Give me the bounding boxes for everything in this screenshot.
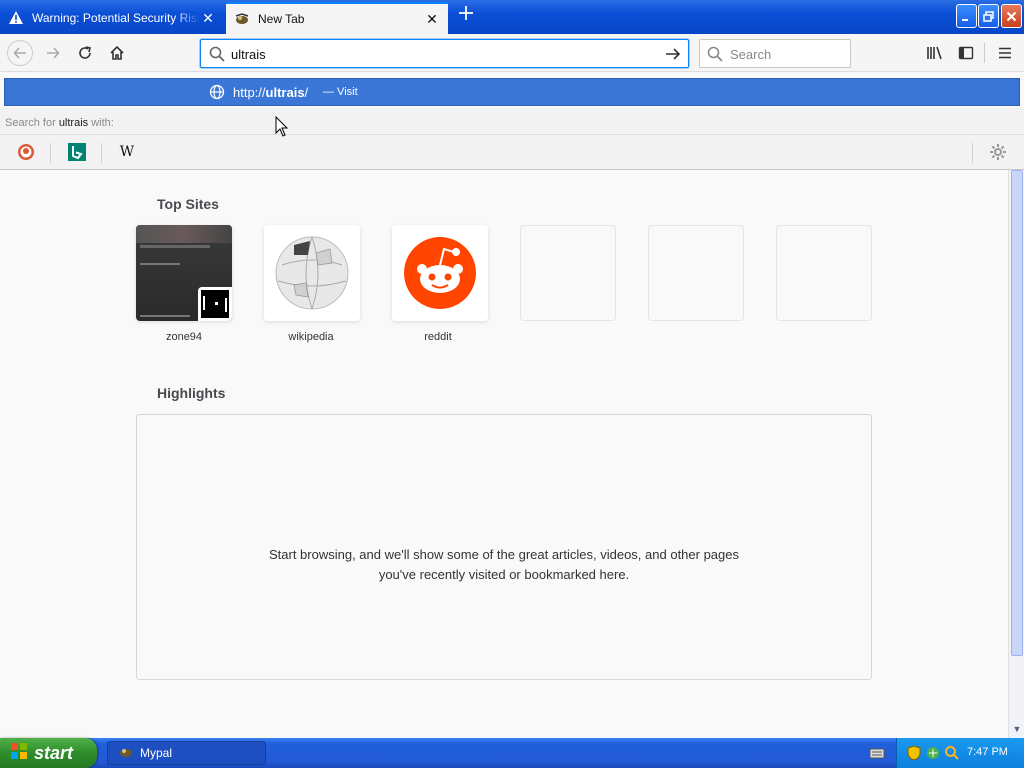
minimize-icon: [962, 18, 968, 21]
toolbar-divider: [984, 43, 985, 63]
close-window-button[interactable]: [1001, 4, 1022, 28]
engine-divider: [101, 143, 102, 163]
scrollbar-thumb[interactable]: [1011, 170, 1023, 656]
url-suffix: /: [304, 85, 309, 100]
library-icon: [927, 46, 942, 60]
title-bar: Warning: Potential Security Risk Ahead ✕…: [0, 0, 1024, 34]
back-button[interactable]: [7, 40, 33, 66]
top-site-wikipedia[interactable]: [264, 225, 360, 321]
close-icon[interactable]: ✕: [424, 11, 440, 27]
sidebar-icon: [958, 46, 974, 60]
bing-icon[interactable]: [68, 143, 86, 161]
restore-icon: [983, 10, 994, 22]
search-for-suffix: with:: [88, 117, 114, 129]
go-arrow-icon[interactable]: [664, 45, 682, 66]
close-icon[interactable]: ✕: [200, 10, 216, 26]
restore-button[interactable]: [978, 4, 999, 28]
taskbar: start Mypal 7:47 PM: [0, 738, 1024, 768]
warning-icon: [8, 10, 24, 26]
duckduckgo-icon[interactable]: [17, 143, 35, 161]
forward-arrow-icon: [47, 47, 60, 59]
wikipedia-icon[interactable]: W: [118, 143, 136, 161]
tab-label: Warning: Potential Security Risk Ahead: [32, 11, 200, 25]
autocomplete-visit-row[interactable]: http://ultrais/ — Visit: [4, 78, 1020, 106]
top-site-label: wikipedia: [288, 331, 334, 343]
wikipedia-globe-icon: [275, 236, 349, 310]
new-tab-page: Top Sites zone94 wikipedia reddit Highli…: [0, 170, 1008, 738]
search-engine-panel: Search for ultrais with: W: [0, 108, 1024, 170]
tab-label: New Tab: [258, 12, 305, 26]
mypal-icon: [234, 11, 250, 27]
search-tray-icon[interactable]: [944, 745, 960, 761]
search-input[interactable]: [730, 45, 845, 63]
url-prefix: http://: [233, 85, 266, 100]
plus-icon: [459, 6, 473, 20]
vertical-scrollbar[interactable]: ▼: [1008, 170, 1024, 738]
taskbar-item-label: Mypal: [140, 746, 173, 760]
home-icon: [110, 45, 124, 60]
top-sites-title: Top Sites: [157, 196, 219, 212]
highlights-empty-state: Start browsing, and we'll show some of t…: [136, 414, 872, 680]
engine-divider: [972, 143, 973, 163]
sidebar-button[interactable]: [953, 40, 979, 66]
gear-icon[interactable]: [989, 143, 1007, 161]
reload-icon: [79, 46, 91, 59]
search-query: ultrais: [58, 117, 89, 129]
new-tab-button[interactable]: [455, 5, 477, 27]
search-for-label: Search for ultrais with:: [5, 117, 114, 129]
search-icon: [707, 46, 723, 65]
minimize-button[interactable]: [956, 4, 977, 28]
library-button[interactable]: [922, 40, 948, 66]
forward-button[interactable]: [40, 40, 66, 66]
top-site-empty: [776, 225, 872, 321]
top-site-reddit[interactable]: [392, 225, 488, 321]
top-site-empty: [648, 225, 744, 321]
windows-logo-icon: [10, 742, 28, 765]
search-bar[interactable]: [699, 39, 851, 68]
search-for-prefix: Search for: [5, 117, 59, 129]
url-match: ultrais: [265, 85, 305, 100]
top-site-zone94[interactable]: [136, 225, 232, 321]
top-site-label: zone94: [165, 331, 203, 343]
top-site-label: reddit: [424, 331, 452, 343]
start-button[interactable]: start: [0, 738, 97, 768]
menu-button[interactable]: [992, 40, 1018, 66]
autocomplete-url: http://ultrais/: [233, 85, 308, 100]
highlights-title: Highlights: [157, 385, 226, 401]
close-icon: [1006, 11, 1017, 21]
engine-divider: [50, 143, 51, 163]
globe-icon: [209, 84, 225, 103]
reddit-icon: [404, 237, 476, 309]
mouse-cursor-icon: [275, 115, 289, 141]
clock: 7:47 PM: [967, 746, 1008, 758]
security-shield-icon[interactable]: [906, 745, 922, 761]
tab-new-tab[interactable]: New Tab ✕: [226, 2, 448, 34]
highlights-message: Start browsing, and we'll show some of t…: [268, 547, 739, 582]
chevron-down-icon[interactable]: ▼: [1011, 724, 1023, 736]
start-label: start: [34, 742, 74, 763]
tab-security-warning[interactable]: Warning: Potential Security Risk Ahead ✕: [0, 2, 224, 34]
hamburger-menu-icon: [999, 47, 1011, 59]
back-arrow-icon: [13, 47, 26, 59]
url-input[interactable]: [231, 44, 651, 64]
system-tray: 7:47 PM: [896, 738, 1024, 768]
zone94-favicon: [198, 287, 232, 321]
reload-button[interactable]: [72, 40, 98, 66]
mypal-icon: [118, 744, 134, 763]
taskbar-item-mypal[interactable]: Mypal: [107, 741, 266, 765]
navigation-toolbar: [0, 34, 1024, 72]
home-button[interactable]: [104, 40, 130, 66]
top-site-empty: [520, 225, 616, 321]
keyboard-icon[interactable]: [869, 745, 885, 761]
address-bar[interactable]: [200, 39, 689, 68]
one-off-search-buttons: W: [0, 134, 1024, 168]
visit-action: — Visit: [323, 86, 358, 98]
search-icon: [209, 46, 225, 65]
network-icon[interactable]: [925, 745, 941, 761]
